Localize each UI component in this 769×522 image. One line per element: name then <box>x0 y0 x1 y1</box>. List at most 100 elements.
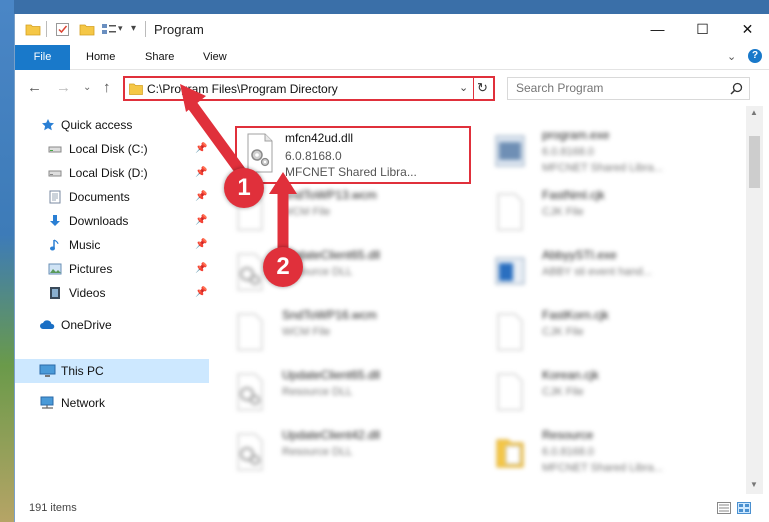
list-item[interactable]: program.exe 6.0.8168.0 MFCNET Shared Lib… <box>482 126 722 182</box>
refresh-icon[interactable]: ↻ <box>477 80 488 96</box>
vertical-scrollbar[interactable]: ▲ ▼ <box>746 106 763 494</box>
sidebar-item-downloads[interactable]: Downloads 📌 <box>15 209 209 233</box>
folder-icon <box>25 24 41 36</box>
file-detail: WCM File <box>282 326 331 338</box>
pin-icon[interactable]: 📌 <box>195 185 207 209</box>
search-box[interactable] <box>507 77 750 100</box>
file-description: MFCNET Shared Libra... <box>285 165 417 179</box>
help-icon[interactable]: ? <box>748 49 762 63</box>
recent-locations-icon[interactable]: ⌄ <box>83 82 91 93</box>
sidebar-item-videos[interactable]: Videos 📌 <box>15 281 209 305</box>
large-icons-view-icon[interactable] <box>737 502 751 514</box>
step-badge-2: 2 <box>263 247 303 287</box>
file-icon <box>497 313 523 351</box>
close-button[interactable]: ✕ <box>725 14 769 45</box>
scroll-up-icon[interactable]: ▲ <box>750 108 758 117</box>
file-name: AbbyySTI.exe <box>542 248 617 262</box>
up-arrow-icon[interactable]: ↑ <box>103 79 111 96</box>
forward-arrow-icon[interactable]: → <box>56 79 71 96</box>
pin-icon[interactable]: 📌 <box>195 233 207 257</box>
separator <box>46 21 47 37</box>
properties-icon[interactable] <box>55 22 70 37</box>
list-item[interactable]: FastNml.cjk CJK File <box>482 186 722 242</box>
address-bar[interactable]: C:\Program Files\Program Directory ⌄ ↻ <box>123 76 495 101</box>
sidebar-item-label: Local Disk (C:) <box>69 142 148 156</box>
expand-ribbon-icon[interactable]: ⌄ <box>727 50 736 63</box>
pin-icon[interactable]: 📌 <box>195 281 207 305</box>
navigation-pane: Quick access Local Disk (C:) 📌 Local Dis… <box>15 106 212 494</box>
address-dropdown-icon[interactable]: ⌄ <box>459 81 468 94</box>
sidebar-item-label: Network <box>61 396 106 410</box>
new-folder-icon[interactable] <box>79 22 95 37</box>
explorer-window: ▾ ▾ Program — ☐ ✕ File Home Share View ⌄… <box>14 14 769 522</box>
pin-icon[interactable]: 📌 <box>195 161 207 185</box>
dll-file-icon <box>247 133 273 173</box>
file-version: 6.0.8168.0 <box>285 149 342 163</box>
list-item[interactable]: FastKorn.cjk CJK File <box>482 306 722 362</box>
file-detail: CJK File <box>542 206 584 218</box>
back-arrow-icon[interactable]: ← <box>27 79 42 96</box>
highlighted-file[interactable]: mfcn42ud.dll 6.0.8168.0 MFCNET Shared Li… <box>235 126 471 184</box>
sidebar-item-local-disk-c[interactable]: Local Disk (C:) 📌 <box>15 137 209 161</box>
scrollbar-thumb[interactable] <box>749 136 760 188</box>
sidebar-item-network[interactable]: Network <box>15 391 209 415</box>
search-icon[interactable] <box>730 82 743 95</box>
file-detail: CJK File <box>542 386 584 398</box>
network-icon <box>40 396 54 409</box>
sidebar-item-documents[interactable]: Documents 📌 <box>15 185 209 209</box>
sidebar-item-pictures[interactable]: Pictures 📌 <box>15 257 209 281</box>
sidebar-item-label: Quick access <box>61 118 133 132</box>
sidebar-item-onedrive[interactable]: OneDrive <box>15 313 209 337</box>
maximize-button[interactable]: ☐ <box>680 14 725 45</box>
sidebar-item-label: Pictures <box>69 262 113 276</box>
list-item[interactable]: Resource 6.0.8168.0 MFCNET Shared Libra.… <box>482 426 722 482</box>
sidebar-item-label: Downloads <box>69 214 129 228</box>
tab-view[interactable]: View <box>203 45 227 70</box>
item-count: 191 items <box>29 502 77 514</box>
music-icon <box>50 239 59 251</box>
list-item[interactable]: UpdateClient65.dll Resource DLL <box>222 246 462 302</box>
list-item[interactable]: UpdateClient42.dll Resource DLL <box>222 426 462 482</box>
exe-file-icon <box>495 257 525 285</box>
pin-icon[interactable]: 📌 <box>195 209 207 233</box>
videos-icon <box>50 287 60 299</box>
list-item[interactable]: Korean.cjk CJK File <box>482 366 722 422</box>
sidebar-item-label: This PC <box>61 364 104 378</box>
sidebar-item-label: Local Disk (D:) <box>69 166 148 180</box>
sidebar-item-music[interactable]: Music 📌 <box>15 233 209 257</box>
qat-dropdown-icon[interactable]: ▾ <box>131 23 136 34</box>
computer-icon <box>39 364 56 377</box>
customize-icon[interactable] <box>101 22 117 37</box>
file-name: UpdateClient42.dll <box>282 428 381 442</box>
tab-home[interactable]: Home <box>86 45 115 70</box>
sidebar-item-label: Videos <box>69 286 106 300</box>
file-name: SndToWP16.wcm <box>282 308 377 322</box>
file-detail: ABBY sti event hand... <box>542 266 652 278</box>
file-name: Resource <box>542 428 594 442</box>
tab-share[interactable]: Share <box>145 45 174 70</box>
file-name: SndToWP13.wcm <box>282 188 377 202</box>
dll-file-icon <box>237 373 263 411</box>
sidebar-item-local-disk-d[interactable]: Local Disk (D:) 📌 <box>15 161 209 185</box>
file-description: MFCNET Shared Libra... <box>542 162 663 174</box>
step-badge-1: 1 <box>224 168 264 208</box>
tab-file[interactable]: File <box>15 45 70 70</box>
minimize-button[interactable]: — <box>635 14 680 45</box>
star-icon <box>42 119 54 131</box>
file-icon <box>497 193 523 231</box>
list-item[interactable]: UpdateClient65.dll Resource DLL <box>222 366 462 422</box>
file-name: program.exe <box>542 128 610 142</box>
desktop-background <box>0 0 14 522</box>
list-item[interactable]: AbbyySTI.exe ABBY sti event hand... <box>482 246 722 302</box>
sidebar-item-quick-access[interactable]: Quick access <box>15 113 209 137</box>
search-input[interactable] <box>516 81 726 95</box>
list-item[interactable]: SndToWP16.wcm WCM File <box>222 306 462 362</box>
pin-icon[interactable]: 📌 <box>195 137 207 161</box>
details-view-icon[interactable] <box>717 502 731 514</box>
file-description: MFCNET Shared Libra... <box>542 462 663 474</box>
pin-icon[interactable]: 📌 <box>195 257 207 281</box>
chevron-down-icon[interactable]: ▾ <box>118 23 123 34</box>
sidebar-item-this-pc[interactable]: This PC <box>15 359 209 383</box>
file-name: UpdateClient65.dll <box>282 368 381 382</box>
scroll-down-icon[interactable]: ▼ <box>750 480 758 489</box>
